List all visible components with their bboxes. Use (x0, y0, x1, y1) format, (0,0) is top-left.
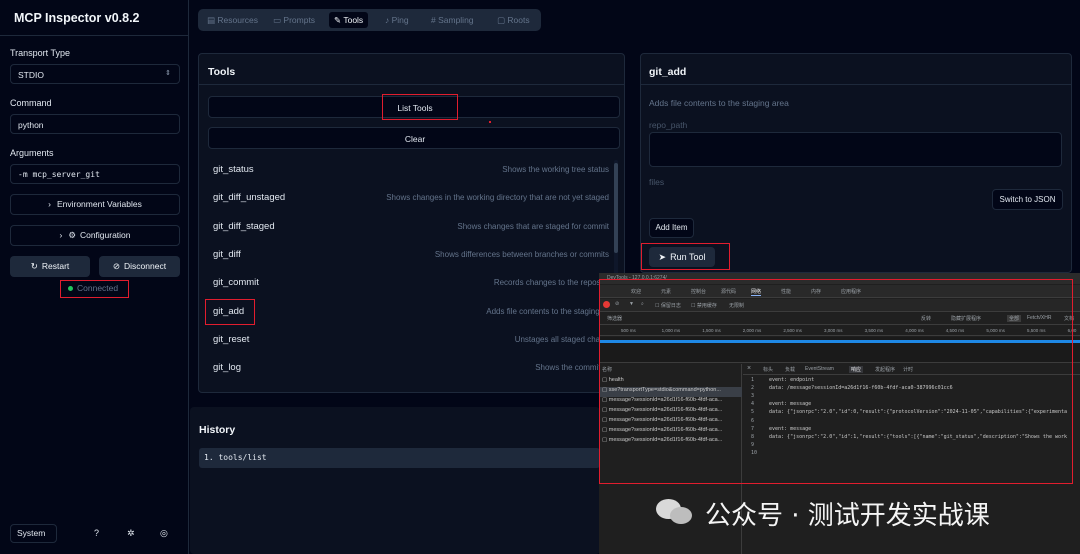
arguments-label: Arguments (10, 148, 54, 158)
highlight-box (60, 280, 129, 298)
tab-prompts[interactable]: ▭ Prompts (268, 12, 320, 28)
tab-sampling[interactable]: # Sampling (426, 12, 479, 28)
chevron-right-icon: › (48, 199, 51, 209)
github-icon[interactable]: ◎ (160, 528, 168, 539)
tab-roots[interactable]: ▢ Roots (492, 12, 535, 28)
command-input[interactable]: python (10, 114, 180, 134)
tool-description: Records changes to the reposito (493, 278, 609, 287)
transport-type-select[interactable]: STDIO ⇕ (10, 64, 180, 84)
tool-detail-description: Adds file contents to the staging area (649, 98, 789, 108)
tab-roots-label: Roots (507, 15, 530, 25)
wrench-icon: ✎ (334, 15, 344, 25)
configuration-label: Configuration (79, 230, 131, 240)
tool-item[interactable]: git_diff_unstaged Shows changes in the wo… (213, 192, 609, 206)
tool-name: git_log (213, 362, 241, 373)
bell-icon: ♪ (385, 15, 392, 25)
highlight-box (205, 299, 255, 325)
tool-item[interactable]: git_status Shows the working tree status (213, 164, 609, 178)
restart-button[interactable]: ↻ Restart (10, 256, 90, 277)
tool-description: Adds file contents to the staging ar (486, 307, 609, 316)
tool-description: Shows the working tree status (502, 165, 609, 174)
history-item[interactable]: 1. tools/list (199, 448, 600, 468)
tab-prompts-label: Prompts (283, 15, 316, 25)
configuration-button[interactable]: › ⚙ Configuration (10, 225, 180, 246)
tool-item[interactable]: git_log Shows the commit lo (213, 362, 609, 376)
bug-icon[interactable]: ✲ (127, 528, 135, 539)
highlight-box (382, 94, 458, 120)
add-item-button[interactable]: Add Item (649, 218, 694, 238)
tool-name: git_diff_staged (213, 221, 275, 232)
watermark-text: 公众号 · 测试开发实战课 (705, 501, 990, 531)
tool-description: Shows the commit lo (535, 363, 609, 372)
chevron-updown-icon: ⇕ (165, 70, 171, 77)
history-item-label: 1. tools/list (204, 453, 267, 462)
tool-description: Shows changes in the working directory t… (386, 193, 609, 202)
clear-label: Clear (404, 134, 426, 144)
theme-select[interactable]: System (10, 524, 57, 543)
detail-divider (640, 84, 1072, 85)
chat-icon: ▭ (273, 15, 284, 25)
history-panel (190, 407, 600, 554)
help-icon[interactable]: ? (94, 528, 99, 538)
transport-type-label: Transport Type (10, 48, 71, 58)
tool-item[interactable]: git_commit Records changes to the reposit… (213, 277, 609, 291)
tool-name: git_commit (213, 277, 259, 288)
tool-name: git_reset (213, 334, 250, 345)
disconnect-button[interactable]: ⊘ Disconnect (99, 256, 180, 277)
folder-icon: ▢ (497, 15, 508, 25)
tab-bar: ▤ Resources ▭ Prompts ✎ Tools ♪ Ping # S… (198, 9, 541, 31)
tools-divider (198, 84, 625, 85)
disconnect-label: Disconnect (124, 261, 167, 271)
tab-ping-label: Ping (391, 15, 409, 25)
tab-resources-label: Resources (217, 15, 259, 25)
tab-sampling-label: Sampling (438, 15, 474, 25)
restart-label: Restart (41, 261, 70, 271)
switch-to-json-button[interactable]: Switch to JSON (992, 189, 1063, 210)
tool-detail-title: git_add (649, 66, 687, 78)
tool-item[interactable]: git_diff Shows differences between branch… (213, 249, 609, 263)
highlight-box (599, 279, 1073, 484)
tool-description: Shows differences between branches or co… (434, 250, 609, 259)
app-title: MCP Inspector v0.8.2 (14, 11, 140, 25)
file-icon: ▤ (207, 15, 218, 25)
tool-description: Shows changes that are staged for commit (457, 222, 609, 231)
wechat-logo-icon (656, 497, 696, 527)
tools-scrollbar-thumb[interactable] (614, 163, 618, 253)
refresh-icon: ↻ (30, 261, 38, 271)
tools-panel-title: Tools (208, 66, 236, 78)
tool-description: Unstages all staged chang (514, 335, 609, 344)
tab-resources[interactable]: ▤ Resources (202, 12, 263, 28)
tool-item[interactable]: git_reset Unstages all staged chang (213, 334, 609, 348)
chevron-right-icon: › (59, 230, 63, 240)
tool-name: git_diff_unstaged (213, 192, 286, 203)
red-marker (489, 121, 491, 123)
environment-variables-label: Environment Variables (56, 199, 142, 209)
tool-name: git_diff (213, 249, 241, 260)
history-title: History (199, 424, 236, 436)
tool-item[interactable]: git_diff_staged Shows changes that are st… (213, 221, 609, 235)
arguments-input[interactable]: -m mcp_server_git (10, 164, 180, 184)
repo-path-label: repo_path (649, 120, 688, 130)
clear-button[interactable]: Clear (208, 127, 620, 149)
environment-variables-button[interactable]: › Environment Variables (10, 194, 180, 215)
tool-name: git_status (213, 164, 254, 175)
transport-type-value: STDIO (18, 70, 44, 80)
tool-item[interactable]: git_add Adds file contents to the staging… (213, 306, 609, 320)
theme-select-value: System (17, 528, 46, 538)
command-label: Command (10, 98, 52, 108)
unplug-icon: ⊘ (112, 261, 121, 271)
sidebar-divider (0, 35, 189, 36)
highlight-box (641, 243, 730, 270)
tab-ping[interactable]: ♪ Ping (380, 12, 414, 28)
files-label: files (649, 177, 665, 187)
tab-tools[interactable]: ✎ Tools (329, 12, 369, 28)
sidebar: MCP Inspector v0.8.2 Transport Type STDI… (0, 0, 189, 554)
tab-tools-label: Tools (343, 15, 364, 25)
repo-path-input[interactable] (649, 132, 1062, 167)
gear-icon: ⚙ (68, 230, 76, 240)
